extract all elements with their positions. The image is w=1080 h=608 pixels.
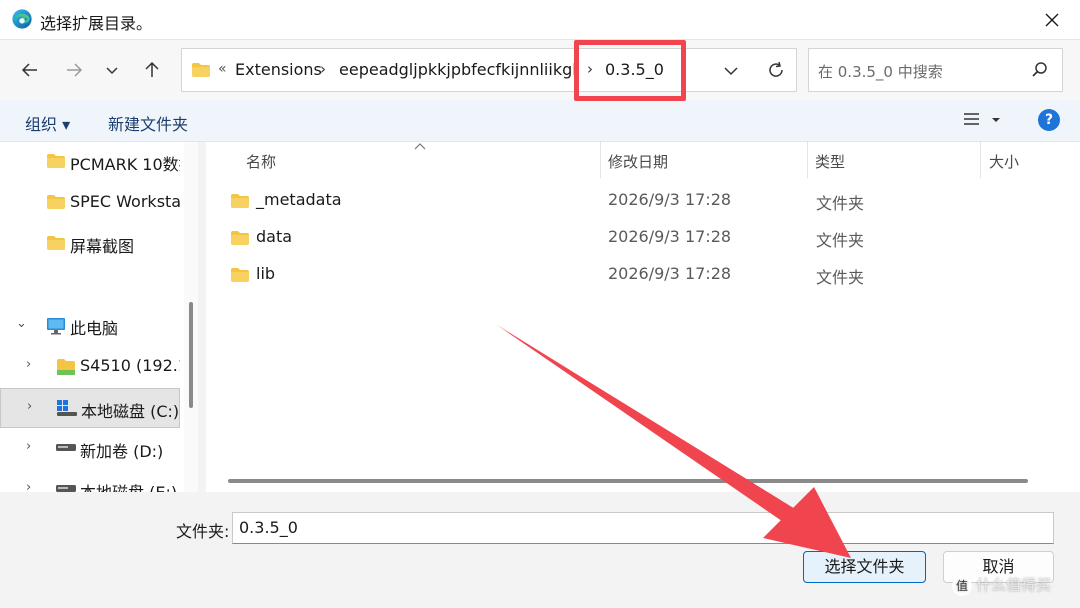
window-title: 选择扩展目录。 <box>40 14 153 33</box>
help-icon: ? <box>1044 112 1054 128</box>
chevron-right-icon[interactable]: › <box>26 357 31 372</box>
view-list-icon <box>964 113 1000 125</box>
file-modified: 2026/9/3 17:28 <box>608 227 732 246</box>
nav-item-label: S4510 (192.168 <box>80 356 180 375</box>
file-type: 文件夹 <box>816 268 865 287</box>
arrow-left-icon <box>21 63 37 77</box>
file-row[interactable]: _metadata 2026/9/3 17:28 文件夹 <box>206 182 1066 219</box>
column-header-size[interactable]: 大小 <box>981 142 1071 178</box>
title-bar: 选择扩展目录。 <box>0 0 1080 40</box>
chevron-down-icon[interactable]: ⌄ <box>16 316 27 331</box>
select-folder-button[interactable]: 选择文件夹 <box>803 551 926 583</box>
address-bar[interactable]: « Extensions › eepeadgljpkkjpbfecfkijnnl… <box>181 48 797 92</box>
breadcrumb-chevron-icon[interactable]: › <box>320 60 326 78</box>
nav-item-label: SPEC Workstation <box>70 192 180 211</box>
folder-icon <box>231 268 249 282</box>
watermark: 值什么值得买 <box>952 574 1051 596</box>
nav-item-drive-e[interactable]: › 本地磁盘 (E:) <box>0 470 180 492</box>
nav-item-label: 屏幕截图 <box>70 237 135 256</box>
forward-button[interactable] <box>60 56 88 84</box>
column-header-size-label: 大小 <box>989 153 1020 171</box>
file-dialog: 选择扩展目录。 « Extensions › eepeadgljpkkjpbfe… <box>0 0 1080 608</box>
navigation-scrollbar[interactable] <box>184 142 198 492</box>
search-box[interactable]: 在 0.3.5_0 中搜索 <box>808 48 1063 92</box>
nav-item-drive-d[interactable]: › 新加卷 (D:) <box>0 429 180 469</box>
folder-icon <box>192 63 210 77</box>
close-button[interactable] <box>1038 6 1066 34</box>
file-name: _metadata <box>256 190 342 209</box>
file-list-pane: 名称 修改日期 类型 大小 _metadata 2026/9/3 17:28 文… <box>206 142 1080 492</box>
file-name: data <box>256 227 293 246</box>
column-header-type-label: 类型 <box>815 153 846 171</box>
nav-item-this-pc[interactable]: ⌄ 此电脑 <box>0 306 180 346</box>
navigation-row: « Extensions › eepeadgljpkkjpbfecfkijnnl… <box>0 40 1080 100</box>
file-modified: 2026/9/3 17:28 <box>608 190 732 209</box>
drive-icon <box>56 485 76 492</box>
breadcrumb-extension-id[interactable]: eepeadgljpkkjpbfecfkijnnliikglp <box>339 60 575 79</box>
nav-item-spec[interactable]: SPEC Workstation <box>0 183 180 223</box>
computer-icon <box>47 318 65 335</box>
search-placeholder[interactable]: 在 0.3.5_0 中搜索 <box>818 61 943 82</box>
edge-browser-icon <box>12 9 32 29</box>
recent-locations-button[interactable] <box>98 56 126 84</box>
nav-item-label: 新加卷 (D:) <box>80 442 164 461</box>
view-options-button[interactable] <box>962 110 1006 134</box>
file-modified: 2026/9/3 17:28 <box>608 264 732 283</box>
column-header-modified-label: 修改日期 <box>608 153 669 171</box>
nav-item-label: 此电脑 <box>70 319 119 338</box>
sort-ascending-icon <box>414 143 426 150</box>
breadcrumb-extensions[interactable]: Extensions <box>235 60 322 79</box>
new-folder-button[interactable]: 新建文件夹 <box>108 111 188 135</box>
help-button[interactable]: ? <box>1038 109 1060 131</box>
chevron-down-icon <box>106 67 118 75</box>
column-header-modified[interactable]: 修改日期 <box>601 142 807 178</box>
nav-item-screenshots[interactable]: 屏幕截图 <box>0 224 180 264</box>
watermark-text: 什么值得买 <box>976 576 1052 594</box>
folder-icon <box>231 231 249 245</box>
nav-item-pcmark[interactable]: PCMARK 10数据 <box>0 142 180 182</box>
up-button[interactable] <box>138 56 166 84</box>
nav-item-label: PCMARK 10数据 <box>70 155 180 174</box>
scrollbar-thumb[interactable] <box>189 302 193 408</box>
close-icon <box>1045 13 1059 27</box>
folder-icon <box>47 236 65 250</box>
folder-icon <box>231 194 249 208</box>
command-bar: 组织 ▾ 新建文件夹 ? <box>0 100 1080 142</box>
navigation-pane: PCMARK 10数据 SPEC Workstation 屏幕截图 ⌄ <box>0 142 198 492</box>
nav-item-label: 本地磁盘 (E:) <box>80 479 177 492</box>
watermark-badge: 值 <box>952 575 972 596</box>
folder-icon <box>47 154 65 168</box>
refresh-icon[interactable] <box>766 60 786 80</box>
column-header-type[interactable]: 类型 <box>808 142 980 178</box>
nav-item-label: 本地磁盘 (C:) <box>81 402 180 421</box>
file-row[interactable]: lib 2026/9/3 17:28 文件夹 <box>206 256 1066 293</box>
chevron-right-icon[interactable]: › <box>26 480 31 492</box>
nav-item-drive-c[interactable]: › 本地磁盘 (C:) <box>0 388 180 428</box>
chevron-right-icon[interactable]: › <box>26 439 31 454</box>
network-drive-icon <box>57 359 75 375</box>
folder-icon <box>47 195 65 209</box>
windows-drive-icon <box>57 400 77 416</box>
search-icon <box>1032 62 1047 77</box>
file-type: 文件夹 <box>816 231 865 250</box>
organize-menu[interactable]: 组织 ▾ <box>25 111 70 135</box>
folder-field-label: 文件夹: <box>176 522 230 541</box>
horizontal-scrollbar[interactable] <box>228 479 1028 483</box>
arrow-up-icon <box>145 61 159 77</box>
chevron-down-icon[interactable] <box>722 62 740 80</box>
chevron-right-icon[interactable]: › <box>27 399 32 414</box>
drive-icon <box>56 444 76 451</box>
file-type: 文件夹 <box>816 194 865 213</box>
file-name: lib <box>256 264 276 283</box>
column-header-name-label: 名称 <box>246 153 277 171</box>
column-header-name[interactable]: 名称 <box>206 142 600 178</box>
address-overflow[interactable]: « <box>218 61 227 77</box>
folder-name-input[interactable]: 0.3.5_0 <box>232 512 1054 544</box>
arrow-right-icon <box>67 63 83 77</box>
file-row[interactable]: data 2026/9/3 17:28 文件夹 <box>206 219 1066 256</box>
nav-item-network-drive[interactable]: › S4510 (192.168 <box>0 347 180 387</box>
annotation-highlight-box <box>574 40 686 101</box>
back-button[interactable] <box>16 56 44 84</box>
